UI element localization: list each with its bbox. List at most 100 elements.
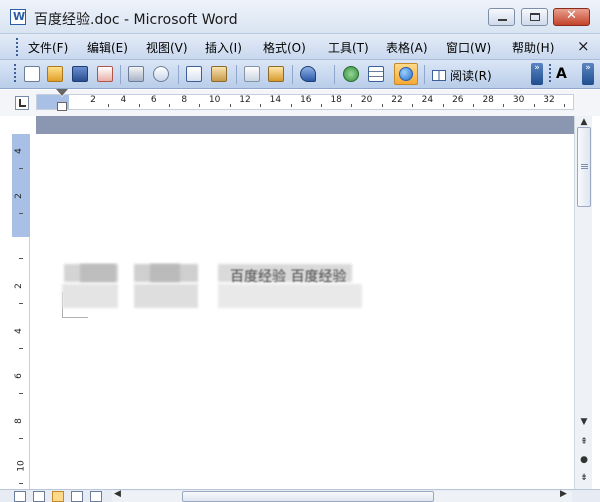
- format-toolbar-overflow-button[interactable]: »: [582, 63, 594, 85]
- menu-bar: 文件(F) 编辑(E) 视图(V) 插入(I) 格式(O) 工具(T) 表格(A…: [0, 34, 600, 60]
- read-button[interactable]: 阅读(R): [432, 67, 492, 84]
- ruler-label: 2: [90, 95, 96, 105]
- vertical-scroll-thumb[interactable]: [577, 127, 591, 207]
- title-bar: 百度经验.doc - Microsoft Word ✕: [0, 0, 600, 34]
- toolbar-separator: [334, 65, 335, 84]
- print-layout-view-icon[interactable]: [52, 491, 64, 502]
- print-preview-icon[interactable]: [153, 66, 169, 82]
- document-text[interactable]: 百度经验 百度经验: [230, 266, 346, 286]
- format-toolbar-grip-icon[interactable]: [549, 64, 551, 82]
- menu-grip-icon[interactable]: [16, 38, 18, 56]
- minimize-icon: [498, 19, 507, 21]
- outline-view-icon[interactable]: [71, 491, 83, 502]
- ruler-label: 12: [239, 95, 251, 105]
- ruler-tick: [564, 104, 566, 107]
- ruler-tick: [108, 104, 110, 107]
- ruler-label: 10: [208, 95, 221, 105]
- vertical-ruler-label: 2: [13, 193, 24, 199]
- grow-font-button[interactable]: A: [556, 66, 567, 82]
- ruler-label: 28: [482, 95, 494, 105]
- ruler-tick: [290, 104, 292, 107]
- window-title: 百度经验.doc - Microsoft Word: [34, 12, 238, 28]
- hyperlink-icon[interactable]: [343, 66, 359, 82]
- menu-table[interactable]: 表格(A): [386, 39, 428, 56]
- normal-view-icon[interactable]: [14, 491, 26, 502]
- menu-view[interactable]: 视图(V): [146, 39, 188, 56]
- menu-help[interactable]: 帮助(H): [512, 39, 554, 56]
- copy-icon[interactable]: [244, 66, 260, 82]
- word-app-icon[interactable]: [10, 9, 26, 25]
- thumb-grip-icon: [581, 164, 588, 170]
- table-icon[interactable]: [368, 66, 384, 82]
- ruler-label: 6: [150, 95, 157, 105]
- vertical-ruler[interactable]: 4 2 2 4 6 8 10: [12, 134, 30, 489]
- research-icon[interactable]: [211, 66, 227, 82]
- ruler-tick: [503, 104, 505, 107]
- vertical-ruler-tick: [19, 303, 23, 304]
- horizontal-ruler-row: 2 4 6 8 10 12 14 16 18 20 22 24 26 28 30 32: [0, 90, 600, 116]
- ruler-tick: [442, 104, 444, 107]
- vertical-ruler-tick: [19, 168, 23, 169]
- select-browse-object-icon[interactable]: ●: [578, 454, 590, 466]
- vertical-scrollbar[interactable]: ▲ ▼ ⇞ ● ⇟: [574, 116, 592, 489]
- permission-icon[interactable]: [97, 66, 113, 82]
- scroll-left-icon[interactable]: ◀: [114, 489, 121, 499]
- undo-icon[interactable]: [300, 66, 316, 82]
- document-page[interactable]: [36, 134, 574, 489]
- maximize-button[interactable]: [521, 8, 548, 26]
- ruler-tick: [199, 104, 201, 107]
- toolbar-grip-icon[interactable]: [14, 64, 16, 82]
- read-button-label: 阅读(R): [450, 69, 492, 83]
- document-map-toggle[interactable]: [394, 63, 418, 85]
- ruler-label: 18: [330, 95, 342, 105]
- menu-format[interactable]: 格式(O): [263, 39, 306, 56]
- scroll-down-icon[interactable]: ▼: [578, 416, 590, 428]
- menu-insert[interactable]: 插入(I): [205, 39, 242, 56]
- maximize-icon: [530, 13, 540, 21]
- menu-edit[interactable]: 编辑(E): [87, 39, 128, 56]
- menu-tools[interactable]: 工具(T): [328, 39, 369, 56]
- ruler-tick: [229, 104, 231, 107]
- paste-icon[interactable]: [268, 66, 284, 82]
- ruler-label: 22: [391, 95, 403, 105]
- close-document-button[interactable]: ×: [577, 37, 590, 55]
- ruler-tick: [533, 104, 535, 107]
- open-folder-icon[interactable]: [47, 66, 63, 82]
- left-indent-box: [57, 102, 67, 111]
- vertical-ruler-tick: [19, 393, 23, 394]
- close-icon: ✕: [566, 8, 577, 23]
- ruler-label: 26: [452, 95, 464, 105]
- redacted-block: [62, 284, 118, 308]
- horizontal-scrollbar[interactable]: ◀ ▶: [112, 489, 572, 502]
- minimize-button[interactable]: [488, 8, 515, 26]
- menu-window[interactable]: 窗口(W): [446, 39, 491, 56]
- first-line-indent-marker[interactable]: [56, 89, 68, 114]
- spelling-icon[interactable]: [186, 66, 202, 82]
- horizontal-scroll-thumb[interactable]: [182, 491, 434, 502]
- ruler-tick: [321, 104, 322, 107]
- indent-triangle-icon: [56, 89, 68, 97]
- text-boundary-horizontal: [62, 317, 88, 318]
- next-page-icon[interactable]: ⇟: [578, 472, 590, 484]
- vertical-ruler-label: 10: [16, 460, 27, 472]
- toolbar-overflow-button[interactable]: »: [531, 63, 543, 85]
- print-icon[interactable]: [128, 66, 144, 82]
- new-document-icon[interactable]: [24, 66, 40, 82]
- ruler-tick: [473, 104, 474, 107]
- reading-layout-view-icon[interactable]: [90, 491, 102, 502]
- horizontal-ruler[interactable]: 2 4 6 8 10 12 14 16 18 20 22 24 26 28 30 32: [36, 94, 574, 110]
- ruler-label: 20: [360, 95, 373, 105]
- vertical-ruler-label: 8: [13, 418, 24, 424]
- menu-file[interactable]: 文件(F): [28, 39, 68, 56]
- ruler-tick: [351, 104, 353, 107]
- close-button[interactable]: ✕: [553, 8, 590, 26]
- document-map-icon: [399, 67, 413, 81]
- ruler-label: 32: [543, 95, 555, 105]
- web-layout-view-icon[interactable]: [33, 491, 45, 502]
- previous-page-icon[interactable]: ⇞: [578, 436, 590, 448]
- save-icon[interactable]: [72, 66, 88, 82]
- view-and-scroll-bar: ◀ ▶: [0, 489, 600, 502]
- scroll-right-icon[interactable]: ▶: [560, 489, 567, 499]
- vertical-ruler-tick: [19, 258, 23, 259]
- tab-selector-button[interactable]: [15, 96, 29, 110]
